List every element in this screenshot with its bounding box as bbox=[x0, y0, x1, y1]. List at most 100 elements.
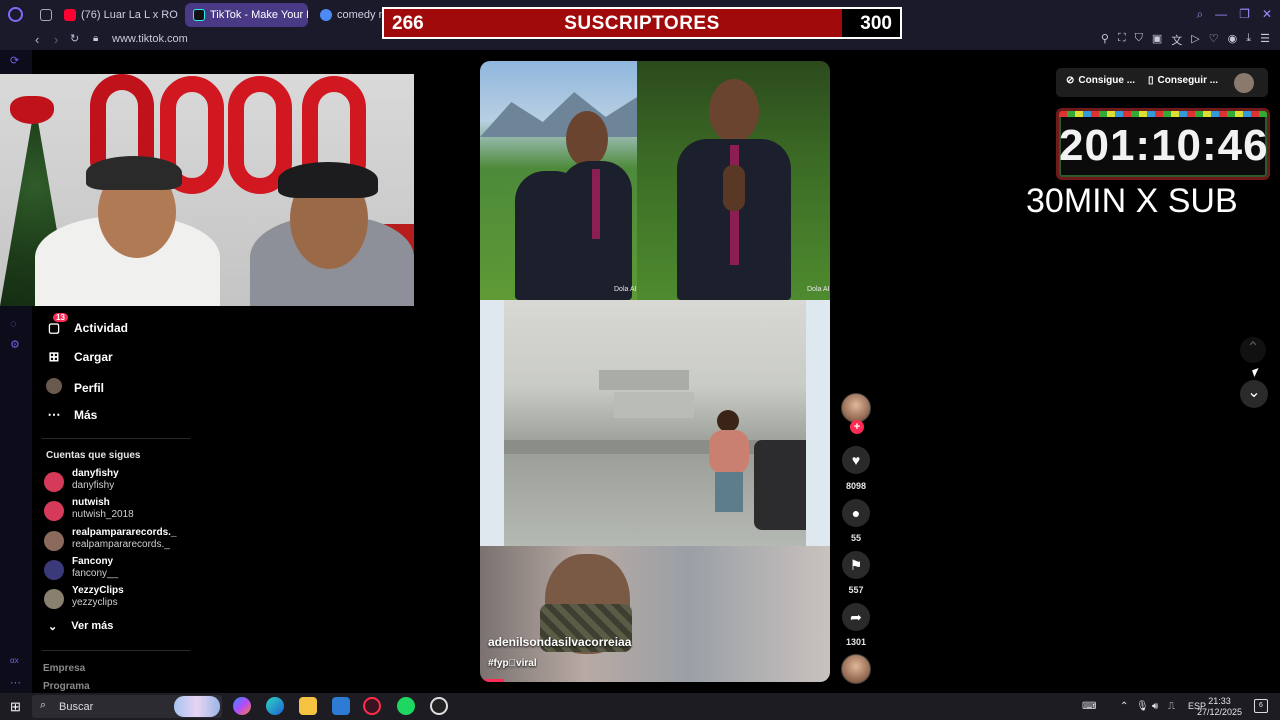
sidebar-item-more[interactable]: ⋯ Más bbox=[46, 407, 98, 423]
close-icon[interactable]: ✕ bbox=[1262, 7, 1272, 22]
previous-video-button[interactable]: ⌃ bbox=[1240, 337, 1266, 363]
save-count: 557 bbox=[848, 585, 864, 595]
vr-headset bbox=[86, 156, 182, 190]
avatar bbox=[44, 472, 64, 492]
shield-icon[interactable]: ⛉ bbox=[1135, 32, 1143, 48]
settings-icon[interactable]: ⚙ bbox=[10, 338, 20, 351]
video-author[interactable]: adenilsondasilvacorreiaa bbox=[488, 635, 631, 649]
clock[interactable]: 21:33 27/12/2025 bbox=[1197, 696, 1242, 718]
edge-icon[interactable] bbox=[266, 697, 284, 715]
following-item[interactable]: nutwish nutwish_2018 bbox=[44, 497, 194, 525]
following-name: YezzyClips bbox=[72, 585, 124, 596]
user-avatar[interactable] bbox=[1234, 73, 1254, 93]
following-item[interactable]: realpampararecords._ realpampararecords.… bbox=[44, 527, 194, 555]
next-video-button[interactable]: ⌄ bbox=[1240, 380, 1268, 408]
chevron-up-icon[interactable]: ⌃ bbox=[1120, 701, 1128, 712]
praying-hands bbox=[723, 165, 745, 211]
avatar bbox=[44, 589, 64, 609]
maximize-icon[interactable]: ❐ bbox=[1239, 7, 1250, 22]
google-icon bbox=[320, 9, 332, 21]
tab-youtube[interactable]: (76) Luar La L x ROA x Ble bbox=[56, 3, 178, 27]
subscriber-title: SUSCRIPTORES bbox=[564, 13, 720, 34]
copilot-icon[interactable] bbox=[233, 697, 251, 715]
follow-plus-icon[interactable]: + bbox=[850, 420, 864, 434]
sidebar-item-activity[interactable]: ▢ 13 Actividad bbox=[46, 313, 129, 336]
system-tray: ⌨ ⌃ 🎙︎ 🔊︎ ⎍ ESP 21:33 27/12/2025 6 bbox=[1080, 693, 1280, 720]
search-tabs-icon[interactable]: ⌕ bbox=[1196, 7, 1203, 22]
tab-google[interactable]: comedy nigh bbox=[312, 3, 382, 27]
avatar bbox=[44, 531, 64, 551]
spotify-icon[interactable] bbox=[397, 697, 415, 715]
ai-watermark: Dola AI bbox=[807, 286, 830, 293]
heart-icon[interactable]: ♡ bbox=[1209, 32, 1219, 48]
footer-link-company[interactable]: Empresa bbox=[43, 663, 85, 674]
wallet-icon[interactable]: ▣ bbox=[1152, 32, 1162, 48]
mountain-backdrop bbox=[480, 92, 637, 137]
sidebar-item-label: Actividad bbox=[74, 321, 129, 335]
notification-count[interactable]: 6 bbox=[1254, 699, 1268, 713]
get-coins-button[interactable]: ⊘ Consigue ... bbox=[1066, 75, 1135, 86]
creator-avatar[interactable] bbox=[841, 393, 871, 423]
keyboard-icon[interactable]: ⌨ bbox=[1082, 701, 1096, 712]
chat-icon[interactable]: ◌ bbox=[10, 318, 17, 330]
network-icon[interactable]: ⎍ bbox=[1168, 701, 1175, 712]
windows-taskbar: ⊞ ⌕ Buscar ⌨ ⌃ 🎙︎ 🔊︎ ⎍ ESP 21:33 27/12/2… bbox=[0, 693, 1280, 720]
video-player[interactable]: Dola AI Dola AI adenilsondasilvacorreiaa… bbox=[480, 61, 830, 682]
subscriber-goal-banner: 266 SUSCRIPTORES 300 bbox=[382, 7, 902, 39]
reload-icon[interactable]: ↻ bbox=[70, 32, 79, 45]
chevron-down-icon: ⌄ bbox=[48, 621, 58, 633]
video-hashtags[interactable]: #fyp゙viral bbox=[488, 658, 537, 669]
video-progress-bar[interactable] bbox=[480, 679, 504, 682]
url-field[interactable]: www.tiktok.com bbox=[112, 33, 188, 45]
volume-icon[interactable]: 🔊︎ bbox=[1152, 701, 1158, 712]
inbox-icon: ▢ 13 bbox=[46, 313, 68, 336]
sidebar-item-label: Más bbox=[74, 408, 98, 422]
microphone-icon[interactable]: 🎙︎ bbox=[1136, 701, 1149, 712]
tab-tiktok[interactable]: TikTok - Make Your Day bbox=[185, 3, 308, 27]
timer-value: 201:10:46 bbox=[1059, 121, 1269, 170]
account-icon[interactable]: ◉ bbox=[1228, 32, 1238, 48]
play-icon[interactable]: ▷ bbox=[1191, 32, 1199, 48]
opera-logo-icon[interactable] bbox=[8, 7, 23, 22]
taskbar-search[interactable]: ⌕ Buscar bbox=[32, 695, 222, 718]
following-item[interactable]: Fancony fancony__ bbox=[44, 556, 194, 584]
see-more-label: Ver más bbox=[71, 620, 114, 632]
refresh-icon[interactable]: ⟳ bbox=[10, 54, 19, 67]
obs-icon[interactable] bbox=[430, 697, 448, 715]
footer-link-program[interactable]: Programa bbox=[43, 681, 90, 692]
tab-label: comedy nigh bbox=[337, 9, 382, 21]
following-handle: fancony__ bbox=[72, 568, 119, 579]
see-more-button[interactable]: ⌄ Ver más bbox=[48, 620, 113, 633]
sidebar-item-profile[interactable]: Perfil bbox=[46, 378, 104, 397]
more-icon[interactable]: ⋯ bbox=[10, 676, 21, 689]
snapshot-icon[interactable]: ⛶ bbox=[1118, 32, 1126, 48]
translate-icon[interactable]: 文 bbox=[1171, 32, 1182, 48]
tiktok-icon bbox=[193, 9, 205, 21]
minimize-icon[interactable]: — bbox=[1215, 7, 1227, 22]
running-person bbox=[709, 410, 749, 530]
get-app-button[interactable]: ▯ Conseguir ... bbox=[1148, 75, 1218, 86]
tab-label: (76) Luar La L x ROA x Ble bbox=[81, 9, 178, 21]
tab-workspace[interactable] bbox=[32, 3, 54, 27]
forward-icon[interactable]: › bbox=[54, 32, 58, 47]
back-icon[interactable]: ‹ bbox=[35, 32, 39, 47]
opera-gx-icon[interactable] bbox=[363, 697, 381, 715]
mail-icon[interactable] bbox=[332, 697, 350, 715]
download-icon[interactable]: ⤓ bbox=[1246, 32, 1251, 48]
comment-icon[interactable]: ● bbox=[842, 499, 870, 527]
sound-disc-avatar[interactable] bbox=[841, 654, 871, 684]
aria-icon[interactable]: αx bbox=[10, 656, 19, 665]
following-item[interactable]: YezzyClips yezzyclips bbox=[44, 585, 194, 613]
share-icon[interactable]: ➦ bbox=[842, 603, 870, 631]
following-handle: realpampararecords._ bbox=[72, 539, 170, 550]
following-item[interactable]: danyfishy danyfishy bbox=[44, 468, 194, 496]
bookmark-icon[interactable]: ⚑ bbox=[842, 551, 870, 579]
search-placeholder: Buscar bbox=[59, 701, 94, 713]
mouse-cursor bbox=[1252, 368, 1261, 377]
menu-icon[interactable]: ☰ bbox=[1260, 32, 1270, 48]
like-heart-icon[interactable]: ♥ bbox=[842, 446, 870, 474]
sidebar-item-upload[interactable]: ⊞ Cargar bbox=[46, 349, 113, 365]
file-explorer-icon[interactable] bbox=[299, 697, 317, 715]
windows-start-icon[interactable]: ⊞ bbox=[10, 699, 21, 715]
pin-icon[interactable]: ⚲ bbox=[1101, 32, 1109, 48]
